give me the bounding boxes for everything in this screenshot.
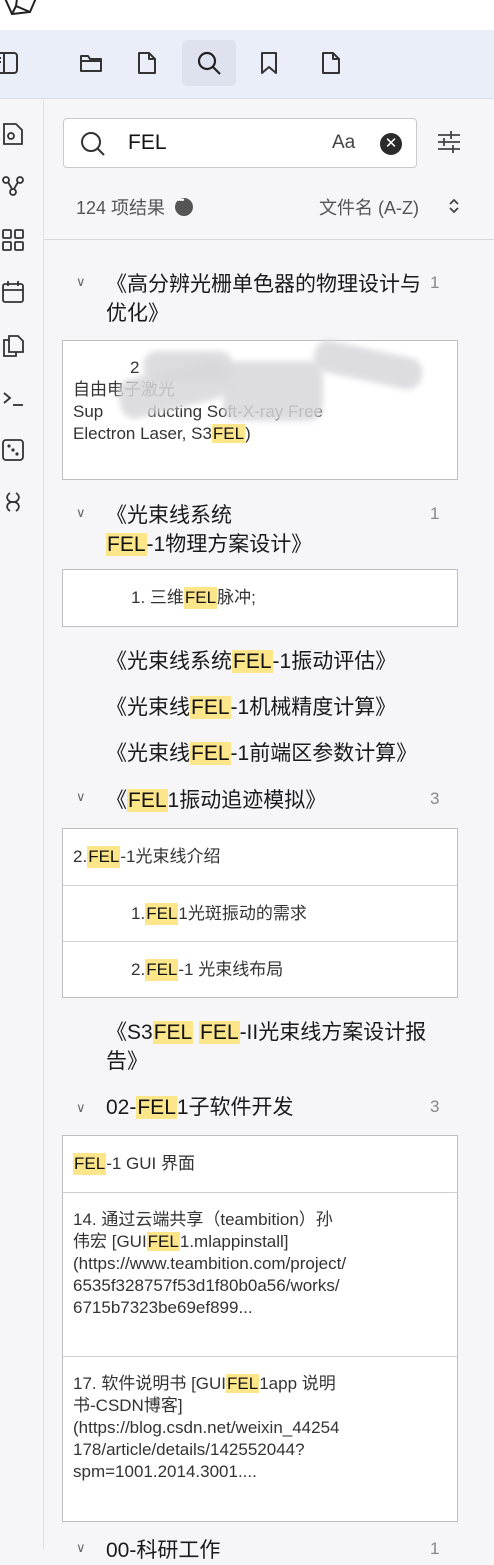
match-list: 2 自由电子激光 Supducting Soft-X-ray Free Elec… [62,337,458,480]
search-pane: FEL Aa ✕ 124 项结果 文件名 (A-Z) ∨ 《高分辨光栅单色器的物… [44,99,494,1562]
result-file-title[interactable]: 《光束线FEL-1前端区参数计算》 [106,739,446,768]
title-bar [0,0,494,30]
graph-view-icon [2,176,24,196]
match-count: 3 [430,789,440,808]
match-list: 1. 三维 FEL 脉冲; [62,569,458,627]
bookmark-icon [261,52,277,74]
terminal-button[interactable] [0,383,28,413]
redaction-blur [223,361,323,421]
terminal-icon [3,392,23,406]
sidebar-toggle-button[interactable] [0,40,30,86]
calendar-icon [2,281,24,303]
canvas-icon [2,229,24,251]
results-count: 124 项结果 [76,194,194,220]
copy-button[interactable] [0,331,28,361]
file-icon [322,52,340,74]
collapse-chevron-icon[interactable]: ∨ [76,1540,86,1556]
sort-chevron-icon[interactable] [448,198,460,214]
match-list: FEL -1 GUI 界面 14. 通过云端共享（teambition）孙 伟宏 … [62,1135,458,1522]
result-file-title[interactable]: 02-FEL1子软件开发 [106,1093,428,1122]
tab-file-2[interactable] [306,40,356,86]
result-file-title[interactable]: 00-科研工作 [106,1536,428,1565]
search-query[interactable]: FEL [128,131,167,155]
file-icon [138,52,156,74]
match-snippet[interactable]: FEL -1 GUI 界面 [63,1136,457,1193]
match-snippet[interactable]: 2 自由电子激光 Supducting Soft-X-ray Free Elec… [63,337,457,479]
tab-files[interactable] [66,40,116,86]
match-case-button[interactable]: Aa [332,132,355,154]
search-icon [197,51,221,75]
sort-dropdown[interactable]: 文件名 (A-Z) [319,194,419,220]
match-list: 2. FEL -1光束线介绍 1. FEL 1光斑振动的需求 2. FEL -1 光束… [62,828,458,998]
match-snippet[interactable]: 2. FEL -1 光束线布局 [63,942,457,997]
divider [44,239,494,240]
random-note-button[interactable] [0,435,28,465]
copy-icon [3,335,24,357]
match-snippet[interactable]: 1. FEL 1光斑振动的需求 [63,886,457,942]
result-file-title[interactable]: 《高分辨光栅单色器的物理设计与优化》 [106,270,428,328]
sidebar-toggle-icon [0,52,18,74]
tab-bar [0,30,494,99]
app-logo-icon [4,0,37,16]
match-snippet[interactable]: 2. FEL -1光束线介绍 [63,829,457,886]
open-quick-switcher-icon [3,123,23,145]
result-file-title[interactable]: 《S3FEL FEL-II光束线方案设计报告》 [106,1018,428,1076]
plugin-icon [6,492,20,512]
match-snippet[interactable]: 1. 三维 FEL 脉冲; [63,570,457,626]
result-file-title[interactable]: 《光束线FEL-1机械精度计算》 [106,693,428,722]
canvas-button[interactable] [0,225,28,255]
quick-switcher-button[interactable] [0,119,28,149]
match-count: 1 [430,504,440,523]
collapse-chevron-icon[interactable]: ∨ [76,274,86,290]
clear-search-icon[interactable]: ✕ [380,133,402,155]
search-icon [81,132,105,156]
tab-bookmarks[interactable] [244,40,294,86]
more-options-icon[interactable] [175,195,194,216]
tab-file[interactable] [122,40,172,86]
graph-view-button[interactable] [0,171,28,201]
result-file-title[interactable]: 《光束线系统FEL-1振动评估》 [106,647,428,676]
result-file-title[interactable]: 《光束线系统FEL-1物理方案设计》 [106,501,428,559]
collapse-chevron-icon[interactable]: ∨ [76,1100,86,1116]
plugin-button[interactable] [0,487,28,517]
calendar-button[interactable] [0,277,28,307]
match-snippet[interactable]: 14. 通过云端共享（teambition）孙 伟宏 [GUIFEL1.mlap… [63,1193,457,1357]
folder-icon [80,55,102,72]
tab-search[interactable] [182,40,236,86]
collapse-chevron-icon[interactable]: ∨ [76,789,86,805]
match-count: 3 [430,1097,440,1116]
collapse-chevron-icon[interactable]: ∨ [76,505,86,521]
match-count: 1 [430,273,440,292]
match-snippet[interactable]: 17. 软件说明书 [GUIFEL1app 说明 书-CSDN博客] (http… [63,1357,457,1521]
search-settings-icon[interactable] [436,129,462,155]
result-file-title[interactable]: 《FEL1振动追迹模拟》 [106,786,428,815]
random-note-icon [2,439,24,461]
match-count: 1 [430,1539,440,1558]
ribbon [0,99,44,1549]
search-input[interactable]: FEL Aa ✕ [63,118,417,168]
